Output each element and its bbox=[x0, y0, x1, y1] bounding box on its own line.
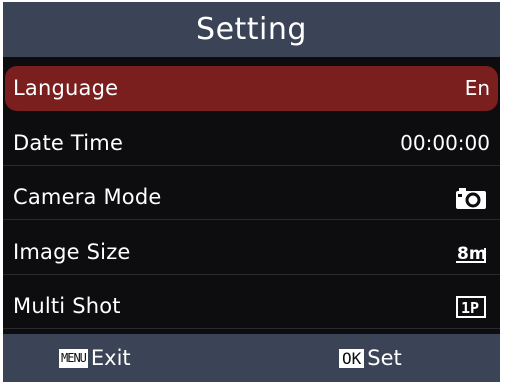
menu-item-camera-mode[interactable]: Camera Mode bbox=[3, 175, 500, 220]
menu-item-label: Multi Shot bbox=[13, 294, 121, 318]
exit-button[interactable]: MENU Exit bbox=[59, 334, 131, 382]
menu-item-image-size[interactable]: Image Size 8m bbox=[3, 230, 500, 275]
header-bar: Setting bbox=[3, 2, 500, 57]
menu-key-badge: MENU bbox=[59, 348, 88, 368]
menu-item-label: Image Size bbox=[13, 239, 131, 264]
page-title: Setting bbox=[196, 12, 307, 47]
multi-shot-1p-icon: 1P bbox=[456, 296, 486, 318]
camera-icon bbox=[456, 188, 486, 209]
menu-item-value: En bbox=[464, 76, 490, 100]
image-size-8m-icon: 8m bbox=[456, 244, 487, 264]
set-button[interactable]: OK Set bbox=[339, 334, 402, 382]
menu-item-label: Date Time bbox=[13, 130, 124, 155]
menu-item-date-time[interactable]: Date Time 00:00:00 bbox=[3, 121, 500, 166]
exit-label: Exit bbox=[90, 346, 131, 370]
footer-bar: MENU Exit OK Set bbox=[3, 334, 500, 382]
settings-menu: Language En Date Time 00:00:00 Camera Mo… bbox=[3, 66, 500, 339]
multi-shot-value: 1P bbox=[461, 299, 479, 317]
settings-screen: Setting Language En Date Time 00:00:00 C… bbox=[3, 2, 500, 382]
ok-key-badge: OK bbox=[339, 348, 365, 368]
menu-item-label: Language bbox=[13, 76, 119, 100]
menu-item-label: Camera Mode bbox=[13, 185, 162, 209]
menu-item-value: 00:00:00 bbox=[400, 130, 490, 155]
menu-item-language[interactable]: Language En bbox=[5, 66, 498, 111]
set-label: Set bbox=[367, 346, 402, 370]
menu-item-multi-shot[interactable]: Multi Shot 1P bbox=[3, 284, 500, 329]
